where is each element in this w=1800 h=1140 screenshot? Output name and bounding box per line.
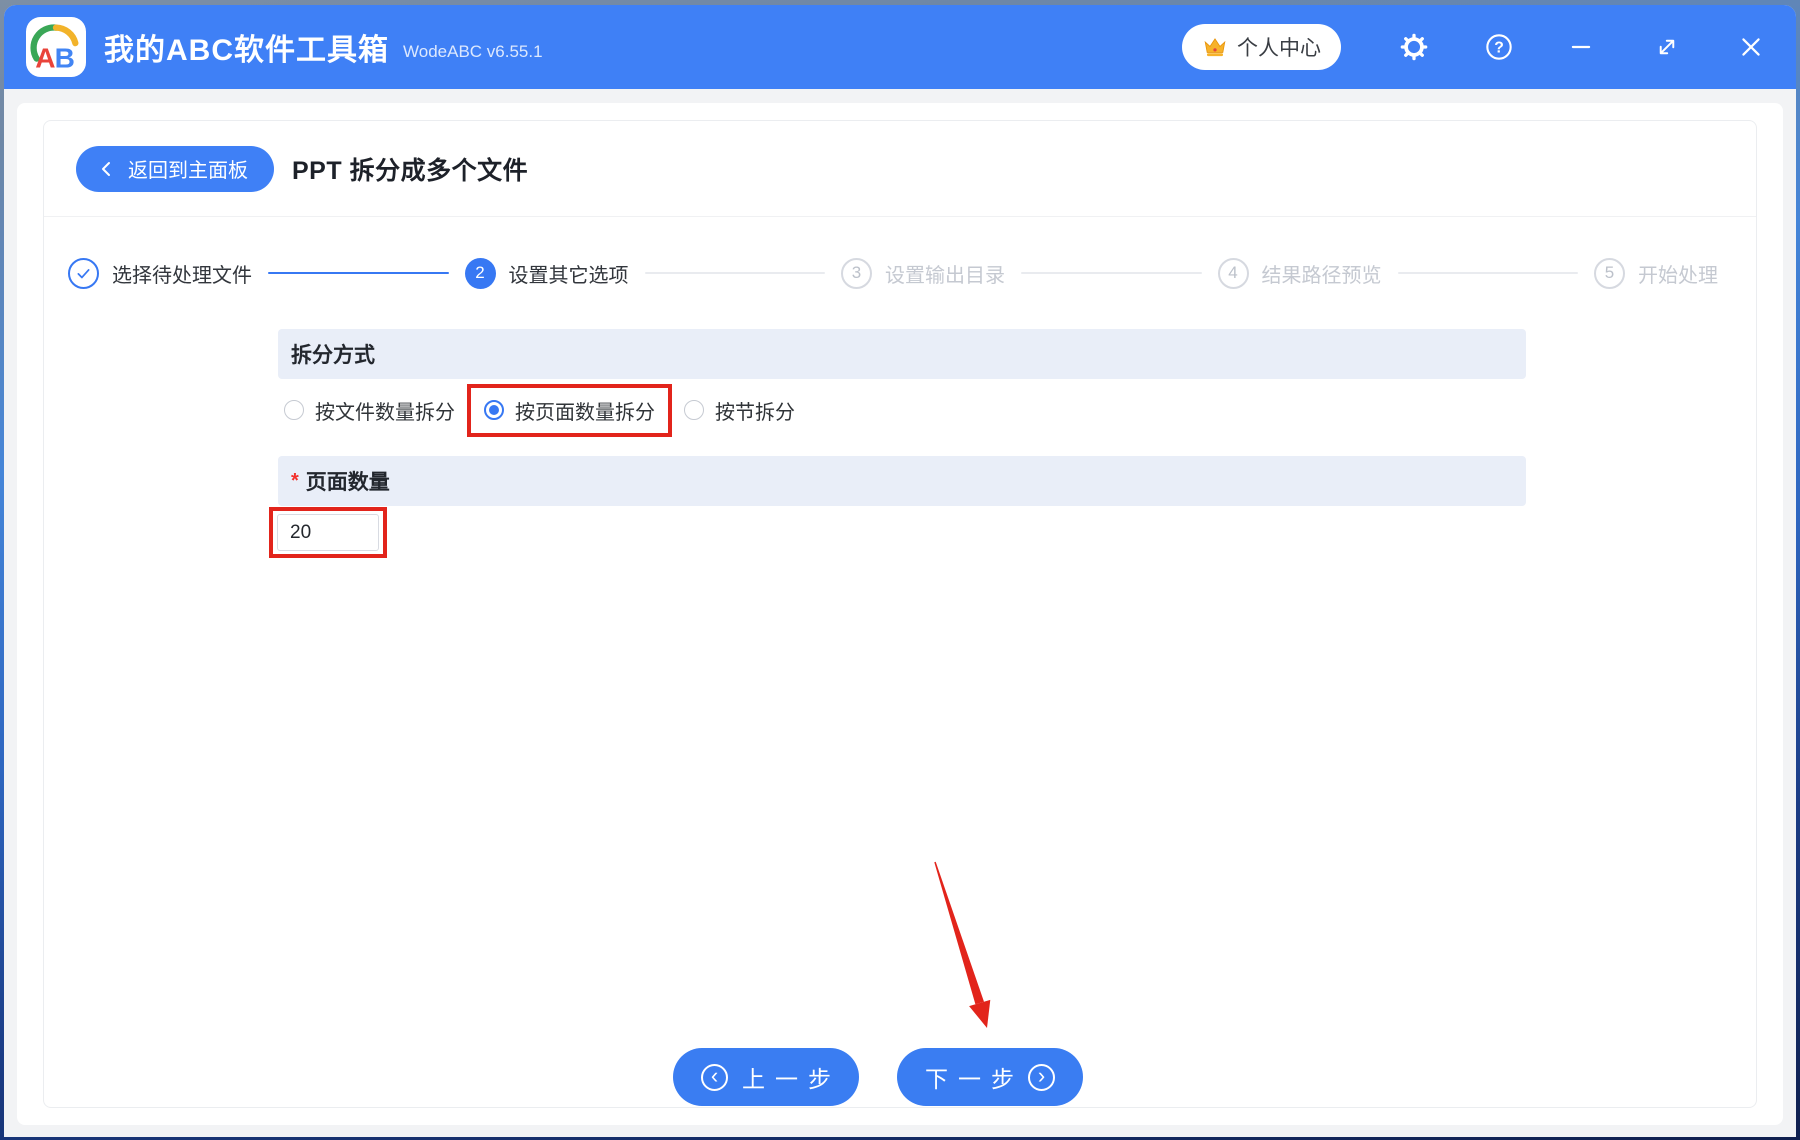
minimize-icon xyxy=(1571,45,1591,49)
help-button[interactable]: ? xyxy=(1484,32,1514,62)
split-mode-section-header: 拆分方式 xyxy=(278,329,1526,379)
page-title: PPT 拆分成多个文件 xyxy=(292,156,529,185)
radio-split-by-file-count[interactable]: 按文件数量拆分 xyxy=(284,396,455,425)
circle-chevron-left-icon: ‹ xyxy=(701,1063,728,1091)
settings-button[interactable] xyxy=(1399,32,1429,62)
step-select-files: 选择待处理文件 xyxy=(68,257,252,289)
card-header: 返回到主面板 PPT 拆分成多个文件 xyxy=(44,121,1756,217)
step-connector xyxy=(1021,272,1202,274)
radio-circle-icon[interactable] xyxy=(684,400,704,420)
app-title: 我的ABC软件工具箱 xyxy=(104,34,389,67)
next-button-label: 下一步 xyxy=(925,1066,1024,1092)
radio-label: 按页面数量拆分 xyxy=(515,401,655,424)
radio-split-by-section[interactable]: 按节拆分 xyxy=(684,396,795,425)
step-done-circle xyxy=(68,257,99,289)
step-connector xyxy=(1397,272,1578,274)
stepper: 选择待处理文件 2 设置其它选项 3 设置输出目录 4 结果路径预览 5 开始处… xyxy=(44,217,1756,329)
step-start-process: 5 开始处理 xyxy=(1594,257,1718,289)
step-path-preview: 4 结果路径预览 xyxy=(1217,257,1382,289)
split-mode-title: 拆分方式 xyxy=(291,344,375,367)
close-icon xyxy=(1742,38,1760,56)
footer-buttons: ‹ 上一步 下一步 › xyxy=(22,1048,1734,1106)
content-card: 返回到主面板 PPT 拆分成多个文件 选择待处理文件 2 设置其它选项 3 设置… xyxy=(43,120,1757,1108)
svg-text:?: ? xyxy=(1494,39,1504,56)
app-logo-icon: A B xyxy=(26,17,86,77)
minimize-button[interactable] xyxy=(1566,32,1596,62)
options-form: 拆分方式 按文件数量拆分 按页面数量拆分 按节拆分 * 页面数量 20 xyxy=(269,329,1526,558)
maximize-icon xyxy=(1659,39,1675,55)
prev-step-button[interactable]: ‹ 上一步 xyxy=(673,1048,859,1106)
app-window: A B 我的ABC软件工具箱 WodeABC v6.55.1 个人中心 ? 返回… xyxy=(4,5,1796,1137)
check-icon xyxy=(77,268,90,278)
svg-text:B: B xyxy=(55,42,75,73)
step-label: 开始处理 xyxy=(1638,264,1718,287)
page-count-section-header: * 页面数量 xyxy=(278,456,1526,506)
split-mode-options: 按文件数量拆分 按页面数量拆分 按节拆分 xyxy=(278,379,1526,441)
help-icon: ? xyxy=(1486,34,1512,60)
maximize-button[interactable] xyxy=(1652,32,1682,62)
radio-circle-icon[interactable] xyxy=(284,400,304,420)
circle-chevron-right-icon: › xyxy=(1028,1063,1055,1091)
app-version: WodeABC v6.55.1 xyxy=(403,42,543,61)
user-center-button[interactable]: 个人中心 xyxy=(1182,24,1341,70)
step-number: 2 xyxy=(464,257,496,289)
chevron-left-icon xyxy=(102,161,110,176)
radio-selected-icon[interactable] xyxy=(484,400,504,420)
svg-text:A: A xyxy=(35,42,55,73)
back-button-label: 返回到主面板 xyxy=(128,160,248,182)
step-label: 选择待处理文件 xyxy=(112,264,252,287)
step-output-dir: 3 设置输出目录 xyxy=(841,257,1005,289)
required-asterisk: * xyxy=(291,469,299,492)
step-label: 结果路径预览 xyxy=(1261,264,1382,287)
step-options: 2 设置其它选项 xyxy=(464,257,629,289)
step-label: 设置输出目录 xyxy=(885,264,1005,287)
user-center-label: 个人中心 xyxy=(1237,37,1321,60)
step-connector xyxy=(268,272,449,274)
step-label: 设置其它选项 xyxy=(508,264,629,287)
prev-button-label: 上一步 xyxy=(742,1066,841,1092)
radio-label: 按文件数量拆分 xyxy=(315,401,455,424)
crown-icon xyxy=(1204,38,1226,57)
page-count-input[interactable] xyxy=(277,514,379,551)
step-connector xyxy=(644,272,825,274)
next-step-button[interactable]: 下一步 › xyxy=(897,1048,1083,1106)
annotation-box-input xyxy=(269,507,387,558)
step-number: 5 xyxy=(1594,257,1625,289)
step-number: 3 xyxy=(841,257,872,289)
close-button[interactable] xyxy=(1736,32,1766,62)
titlebar: A B 我的ABC软件工具箱 WodeABC v6.55.1 个人中心 ? xyxy=(4,5,1796,89)
annotation-box-radio: 按页面数量拆分 xyxy=(467,383,672,437)
radio-label: 按节拆分 xyxy=(715,401,795,424)
page-panel: 返回到主面板 PPT 拆分成多个文件 选择待处理文件 2 设置其它选项 3 设置… xyxy=(17,103,1783,1125)
step-number: 4 xyxy=(1217,257,1249,289)
annotation-arrow xyxy=(934,861,991,1028)
radio-split-by-page-count[interactable]: 按页面数量拆分 xyxy=(484,396,655,425)
back-to-main-button[interactable]: 返回到主面板 xyxy=(76,145,274,192)
page-count-title: 页面数量 xyxy=(305,471,390,494)
gear-icon xyxy=(1400,33,1428,61)
